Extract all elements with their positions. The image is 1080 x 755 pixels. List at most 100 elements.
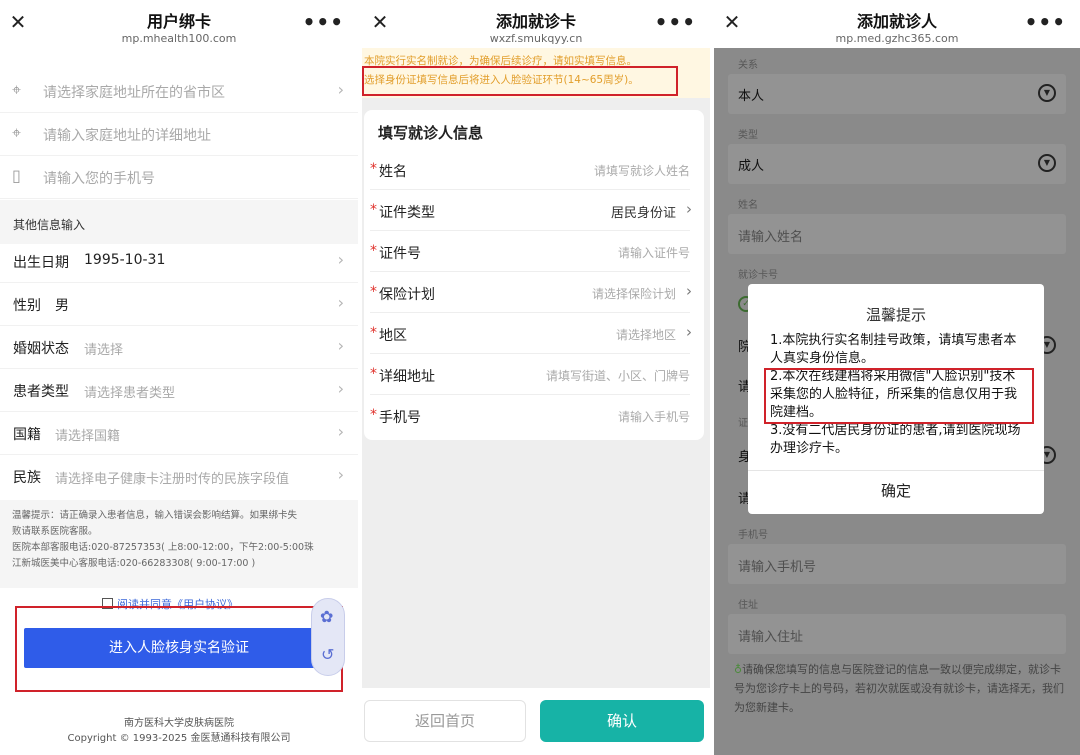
bulb-icon: ♁	[734, 663, 743, 676]
required-mark: *	[370, 202, 377, 218]
nationality-placeholder: 请选择国籍	[55, 429, 121, 444]
confirm-button[interactable]: 确认	[540, 700, 704, 742]
patient-type-placeholder: 请选择患者类型	[84, 386, 176, 401]
row-label: 证件类型	[379, 205, 435, 221]
type-value: 成人	[738, 159, 765, 174]
id-number-row[interactable]: * 证件号 请输入证件号	[370, 231, 690, 272]
footer-copyright: Copyright © 1993-2025 金医慧通科技有限公司	[67, 733, 291, 744]
modal-item-3: 3.没有二代居民身份证的患者,请到医院现场办理诊疗卡。	[770, 423, 1021, 456]
birth-label: 出生日期	[13, 255, 69, 271]
chevron-right-icon: ›	[337, 422, 344, 441]
modal-divider	[748, 470, 1044, 471]
chevron-right-icon: ›	[337, 336, 344, 355]
required-mark: *	[370, 407, 377, 423]
obscured-text: 证	[738, 418, 748, 429]
card-title: 填写就诊人信息	[378, 124, 484, 142]
row-placeholder: 请选择保险计划	[591, 287, 676, 301]
row-label: 地区	[379, 328, 407, 344]
floating-toolbar[interactable]: ✿ ↺	[311, 598, 345, 676]
grid-icon[interactable]: ✿	[320, 607, 333, 626]
phone-placeholder: 请输入您的手机号	[43, 171, 155, 187]
tip-line: 败请联系医院客服。	[12, 526, 98, 537]
section-title: 其他信息输入	[13, 218, 86, 232]
marital-row[interactable]: 婚姻状态 请选择 ›	[0, 326, 358, 369]
chevron-right-icon: ›	[337, 379, 344, 398]
row-label: 手机号	[379, 410, 421, 426]
row-label: 保险计划	[379, 287, 435, 303]
row-placeholder: 请输入证件号	[617, 246, 690, 260]
row-label: 详细地址	[379, 369, 435, 385]
modal-ok-button[interactable]: 确定	[748, 480, 1044, 501]
note-text: 请确保您填写的信息与医院登记的信息一致以便完成绑定，就诊卡号为您诊疗卡上的号码，…	[734, 663, 1064, 714]
back-icon[interactable]: ↺	[321, 645, 334, 664]
relation-value: 本人	[738, 89, 765, 104]
row-placeholder: 请输入手机号	[617, 410, 690, 424]
phone-row[interactable]: ▯ 请输入您的手机号	[0, 156, 358, 199]
insurance-row[interactable]: * 保险计划 请选择保险计划 ›	[370, 272, 692, 313]
bottom-bar: 返回首页 确认	[362, 688, 710, 755]
name-input[interactable]: 请输入姓名	[728, 214, 1066, 254]
top-bar: ✕ 添加就诊人 mp.med.gzhc365.com •••	[714, 0, 1080, 48]
address-row[interactable]: * 详细地址 请填写街道、小区、门牌号	[370, 354, 690, 395]
more-icon[interactable]: •••	[303, 10, 344, 34]
phone-placeholder: 请输入手机号	[738, 560, 817, 575]
tip-line: 温馨提示：请正确录入患者信息，输入错误会影响结算。如果绑卡失	[12, 510, 298, 521]
phone-row[interactable]: * 手机号 请输入手机号	[370, 395, 690, 436]
phone-icon: ▯	[12, 166, 21, 185]
address-region-row[interactable]: ⌖ 请选择家庭地址所在的省市区 ›	[0, 70, 358, 113]
required-mark: *	[370, 284, 377, 300]
top-bar: ✕ 用户绑卡 mp.mhealth100.com •••	[0, 0, 358, 48]
modal-item-1: 1.本院执行实名制挂号政策，请填写患者本人真实身份信息。	[770, 333, 1017, 366]
chevron-right-icon: ›	[686, 200, 692, 218]
row-label: 证件号	[379, 246, 421, 262]
nationality-label: 国籍	[13, 427, 41, 443]
region-row[interactable]: * 地区 请选择地区 ›	[370, 313, 692, 354]
face-verify-button[interactable]: 进入人脸核身实名验证	[24, 628, 334, 668]
nationality-row[interactable]: 国籍 请选择国籍 ›	[0, 412, 358, 455]
location-icon: ⌖	[12, 123, 22, 142]
required-mark: *	[370, 325, 377, 341]
type-label: 类型	[738, 130, 758, 141]
birth-row[interactable]: 出生日期 1995-10-31 ›	[0, 240, 358, 283]
panel-add-patient: ✕ 添加就诊人 mp.med.gzhc365.com ••• 关系 本人 ▼ 类…	[714, 0, 1080, 755]
notice-modal: 温馨提示 1.本院执行实名制挂号政策，请填写患者本人真实身份信息。 2.本次在线…	[748, 284, 1044, 514]
chevron-right-icon: ›	[337, 293, 344, 312]
row-placeholder: 请填写就诊人姓名	[593, 164, 690, 178]
card-number-label: 就诊卡号	[738, 270, 778, 281]
marital-label: 婚姻状态	[13, 341, 69, 357]
address-input[interactable]: 请输入住址	[728, 614, 1066, 654]
required-mark: *	[370, 243, 377, 259]
panel-user-bind-card: ✕ 用户绑卡 mp.mhealth100.com ••• ⌖ 请选择家庭地址所在…	[0, 0, 358, 755]
chevron-right-icon: ›	[337, 80, 344, 99]
address-region-placeholder: 请选择家庭地址所在的省市区	[43, 85, 225, 101]
top-bar: ✕ 添加就诊卡 wxzf.smukqyy.cn •••	[362, 0, 710, 48]
name-row[interactable]: * 姓名 请填写就诊人姓名	[370, 149, 690, 190]
row-label: 姓名	[379, 164, 407, 180]
marital-placeholder: 请选择	[84, 343, 124, 358]
type-select[interactable]: 成人 ▼	[728, 144, 1066, 184]
patient-type-row[interactable]: 患者类型 请选择患者类型 ›	[0, 369, 358, 412]
tip-line: 江新城医美中心客服电话:020-66283308( 9:00-17:00 )	[12, 558, 256, 569]
gender-row[interactable]: 性别 男 ›	[0, 283, 358, 326]
gender-label: 性别	[13, 298, 41, 314]
chevron-down-icon: ▼	[1038, 84, 1056, 102]
phone-input[interactable]: 请输入手机号	[728, 544, 1066, 584]
chevron-right-icon: ›	[686, 323, 692, 341]
chevron-down-icon: ▼	[1038, 154, 1056, 172]
id-type-row[interactable]: * 证件类型 居民身份证 ›	[370, 190, 692, 231]
tip-line: 医院本部客服电话:020-87257353( 上8:00-12:00，下午2:0…	[12, 542, 314, 553]
address-placeholder: 请输入住址	[738, 630, 804, 645]
chevron-right-icon: ›	[337, 250, 344, 269]
address-detail-row[interactable]: ⌖ 请输入家庭地址的详细地址	[0, 113, 358, 156]
more-icon[interactable]: •••	[655, 10, 696, 34]
ethnicity-row[interactable]: 民族 请选择电子健康卡注册时传的民族字段值 ›	[0, 455, 358, 498]
highlight-box	[362, 66, 678, 96]
name-placeholder: 请输入姓名	[738, 230, 804, 245]
relation-select[interactable]: 本人 ▼	[728, 74, 1066, 114]
back-home-button[interactable]: 返回首页	[364, 700, 526, 742]
gender-value: 男	[55, 298, 69, 314]
tip-box: 温馨提示：请正确录入患者信息，输入错误会影响结算。如果绑卡失 败请联系医院客服。…	[0, 500, 358, 588]
form-card: 填写就诊人信息 * 姓名 请填写就诊人姓名 * 证件类型 居民身份证 › * 证…	[364, 110, 704, 440]
more-icon[interactable]: •••	[1025, 10, 1066, 34]
location-icon: ⌖	[12, 80, 22, 99]
